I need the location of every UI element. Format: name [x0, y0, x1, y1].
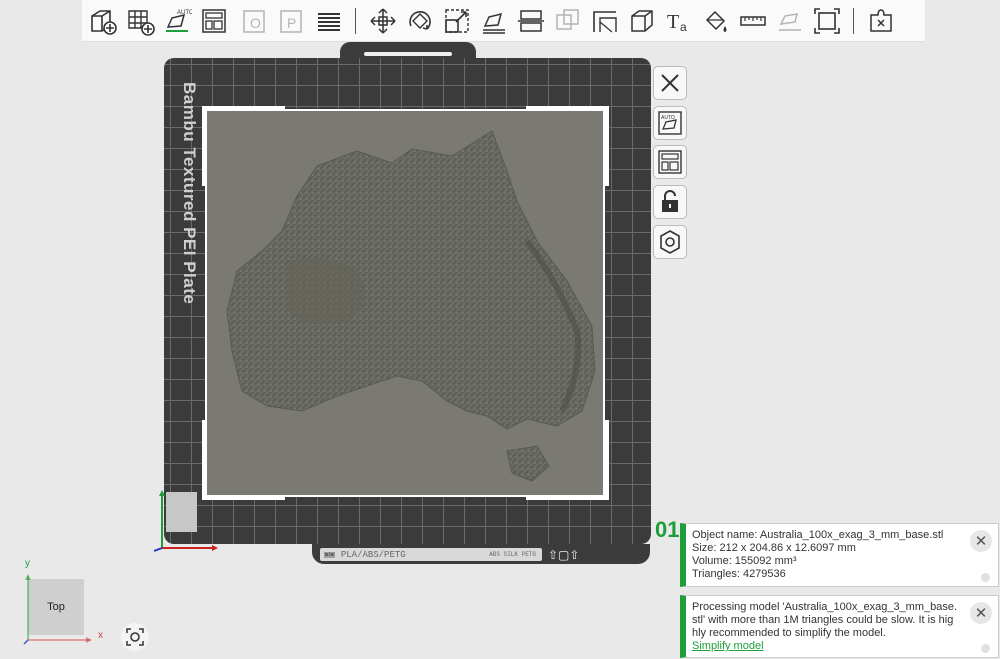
text-button[interactable]: Ta: [660, 2, 697, 40]
warning-message: Processing model 'Australia_100x_exag_3_…: [692, 601, 958, 639]
close-icon: [661, 74, 679, 92]
object-volume-text: Volume: 155092 mm³: [692, 555, 797, 567]
assembly-view-button[interactable]: [862, 2, 899, 40]
boolean-button[interactable]: [549, 2, 586, 40]
auto-orient-icon: AUTO: [658, 111, 682, 135]
reset-view-icon: [126, 628, 144, 646]
y-axis-label: y: [25, 558, 30, 569]
auto-orient-icon: AUTO: [165, 10, 192, 32]
cut-button[interactable]: [512, 2, 549, 40]
plate-arrows-icon: ⇧▢⇧: [548, 548, 580, 562]
svg-text:P: P: [287, 15, 296, 31]
object-name-text: Object name: Australia_100x_exag_3_mm_ba…: [692, 529, 944, 541]
object-size-text: Size: 212 x 204.86 x 12.6097 mm: [692, 542, 856, 554]
split-objects-button[interactable]: O: [236, 2, 273, 40]
move-icon: [369, 7, 396, 34]
model-australia[interactable]: [205, 109, 605, 497]
scale-button[interactable]: [438, 2, 475, 40]
x-axis-label: x: [98, 630, 103, 641]
color-paint-icon: [705, 10, 726, 32]
lock-plate-button[interactable]: [653, 185, 687, 219]
plate-tab-handle: [364, 52, 452, 56]
puzzle-icon: [869, 8, 892, 32]
close-icon: ✕: [974, 604, 988, 622]
ruler-icon: [739, 15, 766, 26]
plate-filament-text: PLA/ABS/PETG: [340, 549, 406, 560]
lay-on-face-icon: [482, 12, 505, 34]
add-plate-button[interactable]: [121, 2, 158, 40]
close-notification-button[interactable]: ✕: [970, 602, 992, 624]
svg-text:T: T: [667, 11, 679, 33]
boolean-icon: [555, 8, 579, 30]
toolbar-separator: [355, 7, 356, 34]
build-area-corner: [605, 420, 609, 500]
scale-icon: [444, 8, 469, 33]
arrange-button[interactable]: [195, 2, 232, 40]
split-parts-button[interactable]: P: [273, 2, 310, 40]
auto-orient-plate-button[interactable]: AUTO: [653, 106, 687, 140]
split-objects-icon: O: [242, 9, 265, 33]
seam-paint-icon: [630, 9, 653, 32]
color-paint-button[interactable]: [697, 2, 734, 40]
layers-icon: [317, 12, 340, 31]
build-area-corner: [605, 106, 609, 186]
svg-text:O: O: [250, 15, 261, 31]
plate-settings-button[interactable]: [653, 225, 687, 259]
plate-number: 01: [655, 517, 680, 542]
assembly-icon: [778, 12, 801, 31]
seam-paint-button[interactable]: [623, 2, 660, 40]
top-toolbar: AUTO O P Ta: [82, 0, 925, 42]
plate-qr-icon: ▣▣: [324, 549, 335, 560]
cut-icon: [517, 9, 544, 32]
grid-plus-icon: [127, 9, 155, 36]
toolbar-separator: [853, 7, 854, 34]
build-area-corner: [526, 496, 608, 500]
remove-plate-button[interactable]: [653, 66, 687, 100]
support-paint-icon: [592, 10, 617, 32]
minimize-notification-button[interactable]: [981, 573, 990, 582]
rotate-icon: [408, 10, 431, 30]
fit-view-button[interactable]: [808, 2, 845, 40]
plate-axes: [153, 490, 218, 552]
arrange-plate-button[interactable]: [653, 145, 687, 179]
add-object-button[interactable]: [84, 2, 121, 40]
minimize-notification-button[interactable]: [981, 644, 990, 653]
move-button[interactable]: [364, 2, 401, 40]
object-info-notification: Object name: Australia_100x_exag_3_mm_ba…: [680, 523, 999, 587]
build-area-corner: [202, 106, 206, 186]
plate-filament-small-text: ABS SILK PETG: [489, 551, 536, 558]
auto-orient-button[interactable]: AUTO: [158, 2, 195, 40]
rotate-button[interactable]: [401, 2, 438, 40]
warning-notification: Processing model 'Australia_100x_exag_3_…: [680, 595, 999, 658]
build-area-corner: [203, 106, 285, 110]
text-icon: Ta: [667, 11, 687, 34]
close-icon: ✕: [974, 532, 988, 550]
support-paint-button[interactable]: [586, 2, 623, 40]
arrange-icon: [658, 150, 682, 174]
layers-button[interactable]: [310, 2, 347, 40]
gear-icon: [660, 230, 680, 254]
plate-filament-info: ▣▣ PLA/ABS/PETG ABS SILK PETG: [320, 548, 542, 561]
view-cube-axes: [23, 574, 92, 645]
reset-view-button[interactable]: [121, 623, 149, 651]
object-triangles-text: Triangles: 4279536: [692, 568, 786, 580]
simplify-model-link[interactable]: Simplify model: [692, 640, 764, 652]
measure-button[interactable]: [734, 2, 771, 40]
svg-text:a: a: [680, 20, 687, 34]
cube-plus-icon: [90, 9, 117, 35]
build-area-corner: [526, 106, 608, 110]
plate-type-label: Bambu Textured PEI Plate: [180, 82, 199, 305]
fit-view-icon: [813, 7, 840, 34]
lay-on-face-button[interactable]: [475, 2, 512, 40]
assembly-button[interactable]: [771, 2, 808, 40]
model-relief: [226, 130, 596, 482]
split-parts-icon: P: [279, 9, 302, 33]
close-notification-button[interactable]: ✕: [970, 530, 992, 552]
arrange-icon: [201, 8, 226, 33]
lock-icon: [662, 190, 678, 212]
